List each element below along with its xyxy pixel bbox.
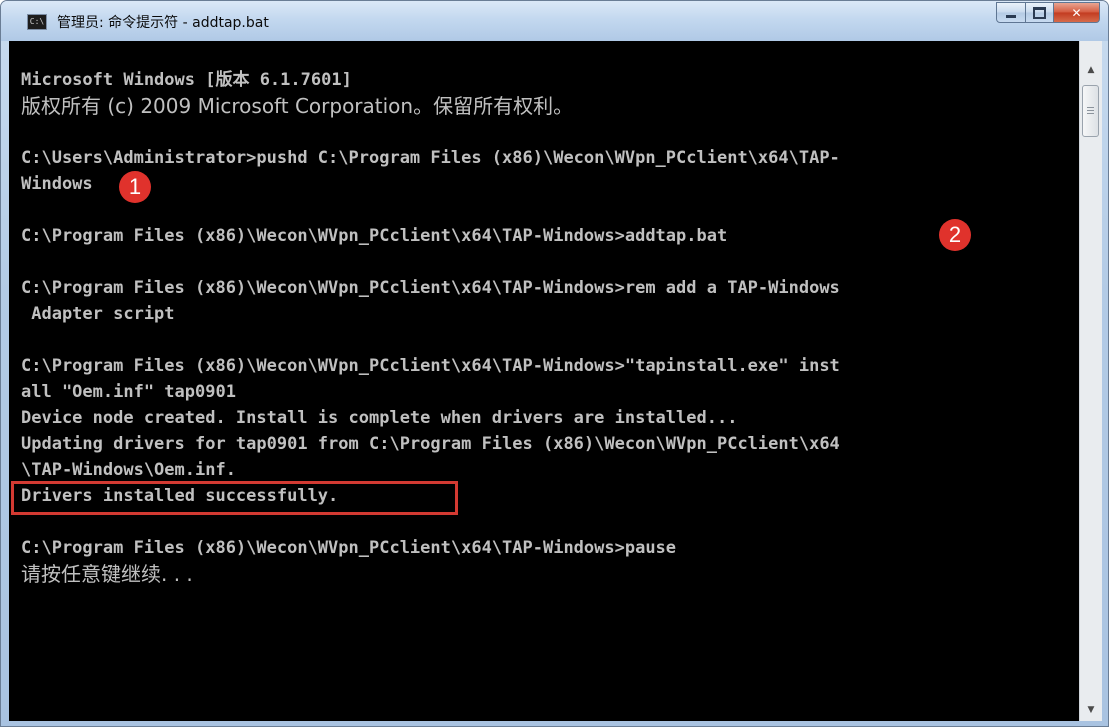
success-highlight-box xyxy=(11,481,458,515)
command-prompt-window: C:\ 管理员: 命令提示符 - addtap.bat ✕ Microsoft … xyxy=(0,0,1109,727)
console-line: all "Oem.inf" tap0901 xyxy=(21,382,236,402)
console-line: C:\Program Files (x86)\Wecon\WVpn_PCclie… xyxy=(21,538,677,558)
scroll-thumb[interactable] xyxy=(1082,85,1099,137)
console-line: Updating drivers for tap0901 from C:\Pro… xyxy=(21,434,840,454)
console-line: C:\Program Files (x86)\Wecon\WVpn_PCclie… xyxy=(21,278,840,298)
close-icon: ✕ xyxy=(1071,5,1082,20)
console-line: \TAP-Windows\Oem.inf. xyxy=(21,460,236,480)
caption-buttons: ✕ xyxy=(996,2,1100,24)
console-line: C:\Program Files (x86)\Wecon\WVpn_PCclie… xyxy=(21,226,728,246)
minimize-button[interactable] xyxy=(996,2,1026,23)
console-line: 请按任意键继续. . . xyxy=(21,562,193,586)
cmd-icon[interactable]: C:\ xyxy=(27,14,47,30)
console-line: Adapter script xyxy=(21,304,175,324)
console-line: Microsoft Windows [版本 6.1.7601] xyxy=(21,70,352,90)
maximize-icon xyxy=(1033,6,1046,19)
close-button[interactable]: ✕ xyxy=(1054,2,1100,23)
console-output[interactable]: Microsoft Windows [版本 6.1.7601] 版权所有 (c)… xyxy=(9,41,1079,721)
scroll-down-arrow-icon[interactable]: ▼ xyxy=(1080,699,1102,721)
step-badge-2: 2 xyxy=(939,219,971,251)
console-line: Device node created. Install is complete… xyxy=(21,408,738,428)
console-line: C:\Program Files (x86)\Wecon\WVpn_PCclie… xyxy=(21,356,840,376)
minimize-icon xyxy=(1006,14,1016,18)
vertical-scrollbar[interactable]: ▲ ▼ xyxy=(1079,41,1102,721)
console-line: C:\Users\Administrator>pushd C:\Program … xyxy=(21,148,840,168)
console-line: 版权所有 (c) 2009 Microsoft Corporation。保留所有… xyxy=(21,94,574,118)
title-bar[interactable]: C:\ 管理员: 命令提示符 - addtap.bat ✕ xyxy=(1,1,1108,41)
maximize-button[interactable] xyxy=(1026,2,1054,23)
step-badge-1: 1 xyxy=(119,171,151,203)
scroll-up-arrow-icon[interactable]: ▲ xyxy=(1080,59,1102,81)
window-title: 管理员: 命令提示符 - addtap.bat xyxy=(57,15,269,31)
